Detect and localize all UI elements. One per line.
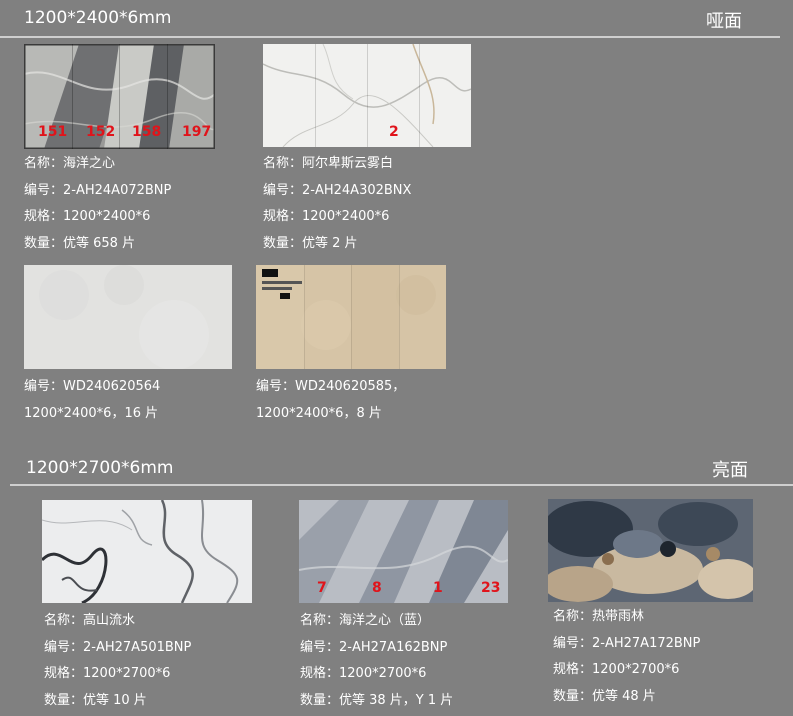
product-code: 编号：WD240620585，	[256, 379, 406, 394]
product-name: 名称：阿尔卑斯云雾白	[263, 156, 394, 171]
slab-badge-number: 197	[182, 124, 212, 140]
product-spec-quantity: 1200*2400*6，8 片	[256, 405, 382, 421]
section-title-2: 1200*2700*6mm	[26, 458, 174, 478]
slab-badge-number: 2	[389, 124, 399, 140]
section-divider-2	[10, 484, 793, 486]
product-spec: 规格：1200*2400*6	[263, 209, 390, 224]
slab-badge-number: 7	[317, 580, 327, 596]
product-info-wd240620564: 编号：WD240620564 1200*2400*6，16 片	[24, 374, 160, 427]
slab-seam	[399, 265, 400, 369]
product-spec-quantity: 1200*2400*6，16 片	[24, 405, 159, 421]
product-image-tropical-rainforest[interactable]	[548, 499, 753, 602]
product-code: 编号：2-AH24A072BNP	[24, 182, 172, 198]
product-code: 编号：2-AH24A302BNX	[263, 182, 412, 198]
slab-badge-number: 158	[132, 124, 162, 140]
product-spec: 规格：1200*2400*6	[24, 209, 151, 224]
product-code: 编号：WD240620564	[24, 379, 161, 394]
product-info-ocean-heart: 名称：海洋之心 编号：2-AH24A072BNP 规格：1200*2400*6 …	[24, 151, 171, 257]
product-spec: 规格：1200*2700*6	[44, 666, 171, 681]
product-quantity: 数量：优等 658 片	[24, 235, 136, 251]
product-name: 名称：高山流水	[44, 613, 136, 628]
product-info-wd240620585: 编号：WD240620585， 1200*2400*6，8 片	[256, 374, 405, 427]
product-quantity: 数量：优等 38 片，Y 1 片	[300, 692, 454, 708]
product-code: 编号：2-AH27A162BNP	[300, 639, 448, 655]
product-image-wd240620585[interactable]	[256, 265, 446, 369]
slab-seam	[315, 44, 316, 147]
product-info-high-mountain-water: 名称：高山流水 编号：2-AH27A501BNP 规格：1200*2700*6 …	[44, 608, 191, 714]
section-finish-2: 亮面	[712, 460, 748, 481]
product-code: 编号：2-AH27A172BNP	[553, 635, 701, 651]
tropical-rainforest-slab-graphic	[548, 499, 753, 602]
slab-seam	[167, 44, 168, 149]
product-spec: 规格：1200*2700*6	[553, 662, 680, 677]
product-image-high-mountain-water[interactable]	[42, 500, 252, 603]
product-quantity: 数量：优等 2 片	[263, 235, 358, 251]
product-image-alps-cloud-white[interactable]: 2	[263, 44, 471, 147]
high-mountain-slab-graphic	[42, 500, 252, 603]
slab-badge-number: 152	[86, 124, 116, 140]
slab-badge-number: 23	[481, 580, 501, 596]
product-name: 名称：热带雨林	[553, 609, 645, 624]
light-grey-slab-graphic	[24, 265, 232, 369]
product-code: 编号：2-AH27A501BNP	[44, 639, 192, 655]
slab-seam	[419, 44, 420, 147]
slab-seam	[119, 44, 120, 149]
product-quantity: 数量：优等 10 片	[44, 692, 147, 708]
section-finish-1: 哑面	[706, 11, 742, 32]
product-quantity: 数量：优等 48 片	[553, 688, 656, 704]
slab-seam	[367, 44, 368, 147]
product-info-tropical-rainforest: 名称：热带雨林 编号：2-AH27A172BNP 规格：1200*2700*6 …	[553, 604, 700, 710]
ocean-heart-blue-slab-graphic	[299, 500, 508, 603]
slab-seam	[351, 265, 352, 369]
product-image-ocean-heart-blue[interactable]: 7 8 1 23	[299, 500, 508, 603]
slab-badge-number: 8	[372, 580, 382, 596]
product-image-ocean-heart[interactable]: 151 152 158 197	[24, 44, 215, 149]
slab-badge-number: 1	[433, 580, 443, 596]
product-image-wd240620564[interactable]	[24, 265, 232, 369]
section-title-1: 1200*2400*6mm	[24, 8, 172, 28]
product-spec: 规格：1200*2700*6	[300, 666, 427, 681]
section-divider-1	[0, 36, 780, 38]
slab-seam	[304, 265, 305, 369]
slab-seam	[72, 44, 73, 149]
slab-badge-number: 151	[38, 124, 68, 140]
product-name: 名称：海洋之心	[24, 156, 116, 171]
product-name: 名称：海洋之心（蓝）	[300, 613, 431, 628]
product-info-alps-cloud-white: 名称：阿尔卑斯云雾白 编号：2-AH24A302BNX 规格：1200*2400…	[263, 151, 411, 257]
product-info-ocean-heart-blue: 名称：海洋之心（蓝） 编号：2-AH27A162BNP 规格：1200*2700…	[300, 608, 453, 714]
